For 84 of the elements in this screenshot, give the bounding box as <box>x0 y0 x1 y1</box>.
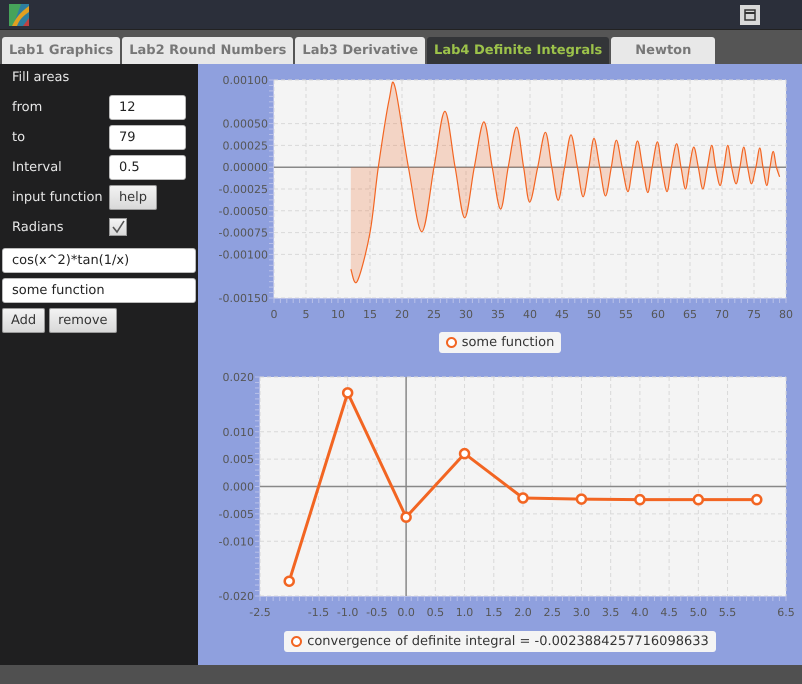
axis-tick-label: 0.00050 <box>222 118 268 131</box>
axis-tick-label: 0.0 <box>397 606 415 619</box>
axis-tick-label: 30 <box>459 308 473 320</box>
axis-tick-label: 70 <box>715 308 729 320</box>
axis-tick-label: -1.5 <box>308 606 330 619</box>
axis-tick-label: -0.00050 <box>218 204 268 218</box>
data-point <box>458 448 470 460</box>
axis-tick-label: 2.5 <box>543 606 561 619</box>
axis-tick-label: -0.00100 <box>218 248 268 262</box>
axis-tick-label: 65 <box>683 308 697 320</box>
data-point <box>634 494 646 506</box>
axis-tick-label: 3.0 <box>572 606 590 619</box>
axis-tick-label: -0.020 <box>218 590 254 603</box>
data-point <box>283 575 295 587</box>
function-input-field[interactable]: cos(x^2)*tan(1/x) <box>2 248 196 273</box>
axis-tick-label: 0.5 <box>426 606 444 619</box>
legend-label: some function <box>462 335 554 350</box>
tab[interactable]: Lab4 Definite Integrals <box>427 37 610 64</box>
axis-tick-label: 3.5 <box>602 606 620 619</box>
axis-tick-label: 80 <box>779 308 793 320</box>
panel-button[interactable]: remove <box>49 308 117 333</box>
axis-tick-label: -0.00075 <box>218 226 268 240</box>
data-point <box>692 494 704 506</box>
radians-checkbox[interactable] <box>109 218 127 236</box>
axis-tick-label: 75 <box>747 308 761 320</box>
axis-tick-label: 10 <box>331 308 345 320</box>
axis-tick-label: 0 <box>270 308 278 320</box>
axis-tick-label: -0.5 <box>366 606 388 619</box>
axis-tick-label: 4.5 <box>660 606 678 619</box>
tab[interactable]: Lab2 Round Numbers <box>122 37 294 64</box>
axis-tick-label: 1.5 <box>485 606 503 619</box>
tab[interactable]: Lab3 Derivative <box>295 37 426 64</box>
axis-tick-label: 0.00025 <box>222 139 268 152</box>
section-label: Fill areas <box>12 70 70 85</box>
axis-tick-label: -0.005 <box>218 508 254 521</box>
data-point <box>342 387 354 399</box>
axis-tick-label: 50 <box>587 308 601 320</box>
axis-tick-label: 5.0 <box>690 606 708 619</box>
axis-tick-label: -1.0 <box>336 606 358 619</box>
axis-tick-label: -0.00025 <box>218 183 268 196</box>
axis-tick-label: -2.5 <box>249 606 271 619</box>
axis-tick-label: 20 <box>395 308 409 320</box>
restore-icon <box>744 8 756 20</box>
name-input-field[interactable]: some function <box>2 278 196 303</box>
axis-tick-label: 2.0 <box>514 606 532 619</box>
tab[interactable]: Newton <box>611 37 716 64</box>
axis-tick-label: 15 <box>363 308 377 320</box>
axis-tick-label: 1.0 <box>456 606 474 619</box>
field-label: input function <box>12 190 104 204</box>
axis-tick-label: 60 <box>651 308 665 320</box>
panel-button[interactable]: Add <box>2 308 46 333</box>
input-field[interactable]: 0.5 <box>109 154 186 180</box>
axis-tick-label: 0.010 <box>222 426 254 439</box>
axis-tick-label: 25 <box>427 308 441 320</box>
legend-label: convergence of definite integral = -0.0023884257716098633 <box>307 634 709 649</box>
axis-tick-label: 0.020 <box>222 371 254 384</box>
axis-tick-label: -0.010 <box>218 535 254 548</box>
data-point <box>751 494 763 506</box>
axis-tick-label: 0.005 <box>222 453 254 466</box>
data-point <box>400 511 412 523</box>
field-label: from <box>12 100 44 114</box>
data-point <box>576 493 588 505</box>
tab[interactable]: Lab1 Graphics <box>2 37 120 64</box>
axis-tick-label: 0.00100 <box>222 74 268 87</box>
axis-tick-label: 40 <box>523 308 537 320</box>
axis-tick-label: 0.00000 <box>222 161 268 174</box>
restore-button[interactable] <box>740 4 760 24</box>
axis-tick-label: 55 <box>619 308 633 320</box>
axis-tick-label: 0.000 <box>222 480 254 494</box>
checkbox-label: Radians <box>12 220 65 234</box>
axis-tick-label: 6.5 <box>777 606 795 619</box>
axis-tick-label: 45 <box>555 308 569 320</box>
axis-tick-label: 35 <box>491 308 505 320</box>
input-field[interactable]: 79 <box>109 124 186 150</box>
field-label: Interval <box>12 160 63 174</box>
app-logo-icon <box>9 4 29 26</box>
axis-tick-label: -0.00150 <box>218 292 268 305</box>
field-label: to <box>12 130 26 144</box>
data-point <box>517 492 529 504</box>
axis-tick-label: 4.0 <box>631 606 649 619</box>
help-button[interactable]: help <box>109 184 157 210</box>
input-field[interactable]: 12 <box>109 94 186 120</box>
axis-tick-label: 5 <box>302 308 310 320</box>
axis-tick-label: 5.5 <box>718 606 736 619</box>
